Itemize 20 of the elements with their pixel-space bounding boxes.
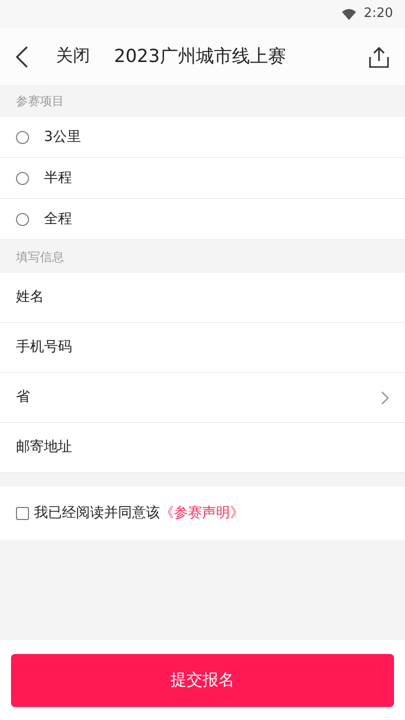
chevron-icon bbox=[381, 390, 389, 404]
close-button[interactable]: 关闭 bbox=[56, 44, 90, 70]
section-label: 参赛项目 bbox=[16, 93, 64, 110]
agreement-link[interactable]: 《参赛声明》 bbox=[160, 503, 244, 524]
page-title: 2023广州城市线上赛 bbox=[114, 45, 286, 69]
radio-option[interactable]: 3公里 bbox=[0, 117, 405, 158]
form-field[interactable]: 手机号码 bbox=[0, 323, 405, 373]
agreement-checkbox[interactable] bbox=[16, 507, 29, 520]
radio-option[interactable]: 半程 bbox=[0, 158, 405, 199]
section-label: 填写信息 bbox=[16, 248, 64, 266]
share-icon[interactable] bbox=[369, 46, 389, 68]
form-field[interactable]: 省 bbox=[0, 373, 405, 423]
wifi-icon bbox=[342, 8, 356, 20]
form-field[interactable]: 邮寄地址 bbox=[0, 423, 405, 473]
radio-option[interactable]: 全程 bbox=[0, 199, 405, 240]
agreement-text: 我已经阅读并同意该 bbox=[34, 504, 160, 523]
back-icon[interactable] bbox=[16, 46, 28, 68]
form-field[interactable]: 姓名 bbox=[0, 273, 405, 323]
submit-button[interactable]: 提交报名 bbox=[11, 654, 394, 706]
status-time: 2:20 bbox=[364, 5, 393, 24]
